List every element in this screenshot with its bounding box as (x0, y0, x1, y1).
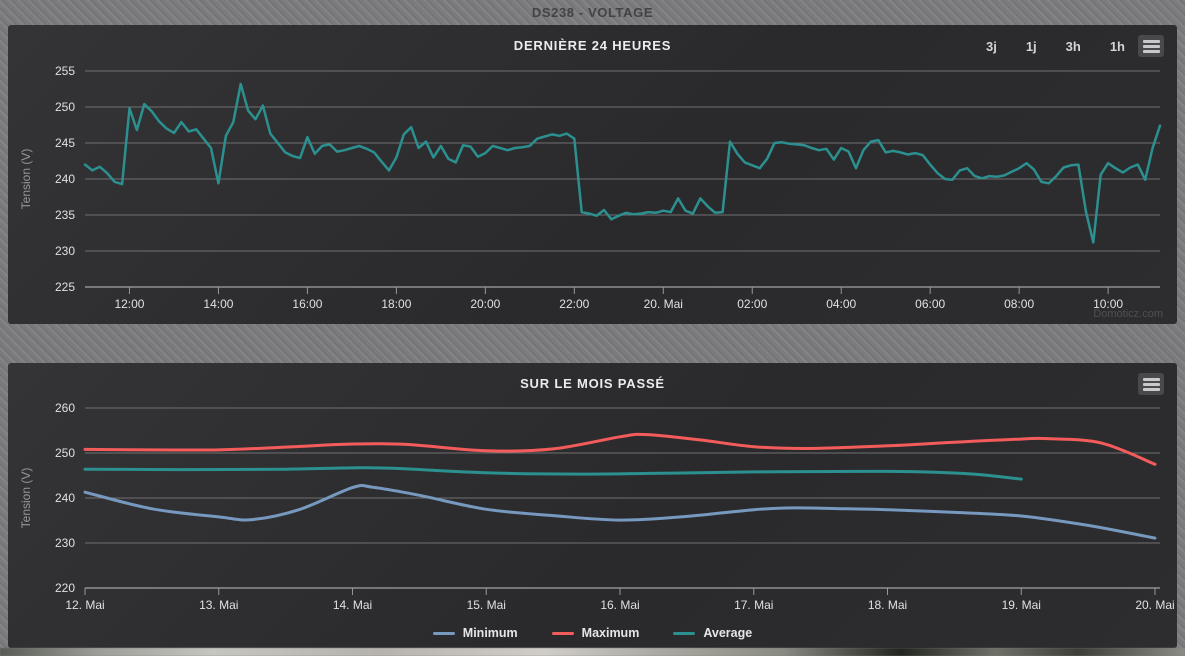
chart-24h-panel: DERNIÈRE 24 HEURES 3j 1j 3h 1h 225230235… (8, 25, 1177, 324)
x-axis-tick-label: 19. Mai (1002, 598, 1041, 612)
legend-dash-icon (433, 632, 455, 635)
x-axis-tick-label: 16:00 (292, 297, 322, 311)
background-photo-strip (0, 648, 1185, 656)
y-axis-tick-label: 230 (55, 244, 75, 258)
x-axis-tick-label: 17. Mai (734, 598, 773, 612)
page-title: DS238 - VOLTAGE (532, 5, 653, 20)
y-axis-title: Tension (V) (19, 468, 33, 529)
x-axis-tick-label: 14:00 (203, 297, 233, 311)
y-axis-tick-label: 235 (55, 208, 75, 222)
y-axis-tick-label: 250 (55, 446, 75, 460)
x-axis-tick-label: 06:00 (915, 297, 945, 311)
x-axis-tick-label: 16. Mai (600, 598, 639, 612)
y-axis-tick-label: 260 (55, 401, 75, 415)
chart-month-panel: SUR LE MOIS PASSÉ 22023024025026012. Mai… (8, 363, 1177, 648)
y-axis-tick-label: 250 (55, 100, 75, 114)
y-axis-tick-label: 230 (55, 536, 75, 550)
x-axis-tick-label: 14. Mai (333, 598, 372, 612)
chart-legend: Minimum Maximum Average (8, 626, 1177, 640)
legend-dash-icon (673, 632, 695, 635)
legend-label: Average (703, 626, 752, 640)
chart-24h-plot-area[interactable]: 225 230 235 240 245 250 255 12:00 14:00 16:00 18:0… (8, 25, 1177, 324)
y-axis-tick-label: 240 (55, 491, 75, 505)
legend-dash-icon (552, 632, 574, 635)
x-axis-tick-label: 04:00 (826, 297, 856, 311)
series-line-minimum (85, 485, 1155, 538)
x-axis-tick-label: 18:00 (381, 297, 411, 311)
x-axis-tick-label: 12:00 (114, 297, 144, 311)
x-axis-tick-label: 12. Mai (65, 598, 104, 612)
y-axis-title: Tension (V) (19, 149, 33, 210)
y-axis-tick-label: 240 (55, 172, 75, 186)
chart-month-plot-area[interactable]: 220 230 240 250 260 12. Mai 13. Mai 14. Mai 15. … (8, 363, 1177, 648)
y-axis-tick-label: 255 (55, 64, 75, 78)
legend-label: Minimum (463, 626, 518, 640)
legend-item-minimum[interactable]: Minimum (433, 626, 518, 640)
legend-label: Maximum (582, 626, 640, 640)
page-background: DS238 - VOLTAGE DERNIÈRE 24 HEURES 3j 1j… (0, 0, 1185, 656)
y-axis-tick-label: 245 (55, 136, 75, 150)
y-axis-tick-label: 220 (55, 581, 75, 595)
x-axis-tick-label: 08:00 (1004, 297, 1034, 311)
domoticz-watermark: Domoticz.com (1093, 308, 1163, 320)
window-title-bar: DS238 - VOLTAGE (0, 0, 1185, 25)
legend-item-average[interactable]: Average (673, 626, 752, 640)
x-axis-tick-label: 22:00 (559, 297, 589, 311)
legend-item-maximum[interactable]: Maximum (552, 626, 640, 640)
x-axis-tick-label: 13. Mai (199, 598, 238, 612)
x-axis-tick-label: 15. Mai (467, 598, 506, 612)
series-line-maximum (85, 434, 1155, 464)
series-line-tension (85, 84, 1160, 242)
x-axis-tick-label: 20. Mai (644, 297, 683, 311)
x-axis-tick-label: 02:00 (737, 297, 767, 311)
x-axis-tick-label: 18. Mai (868, 598, 907, 612)
x-axis-tick-label: 20:00 (470, 297, 500, 311)
series-line-average (85, 468, 1021, 479)
y-axis-tick-label: 225 (55, 280, 75, 294)
x-axis-tick-label: 20. Mai (1135, 598, 1174, 612)
